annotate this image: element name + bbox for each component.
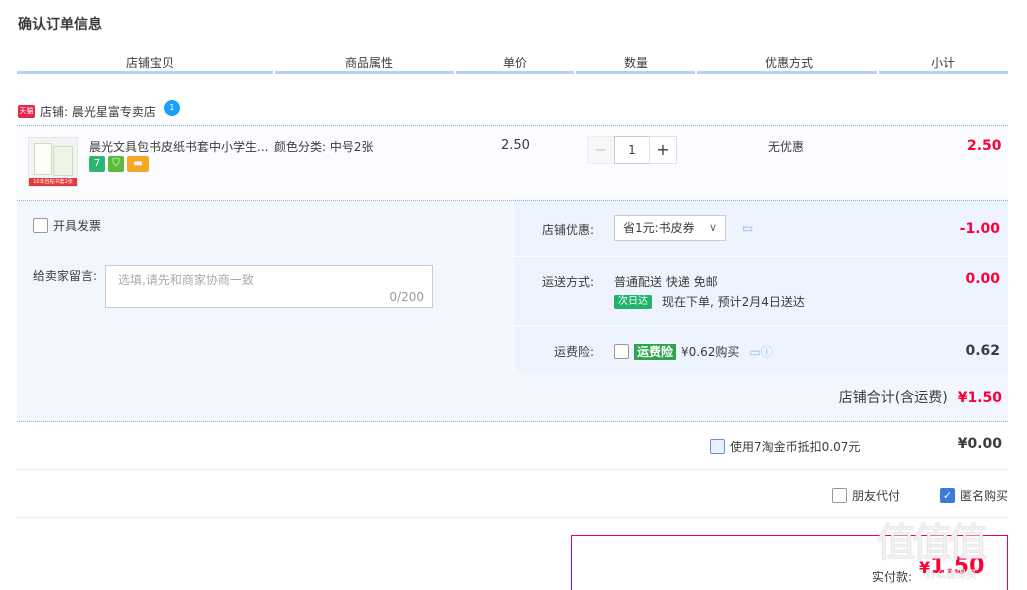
quantity-minus-button[interactable]: − <box>587 136 615 164</box>
quantity-plus-button[interactable]: + <box>649 136 677 164</box>
tmall-icon: 天猫 <box>18 104 35 118</box>
col-price: 单价 <box>502 56 527 70</box>
seller-message-textarea[interactable]: 选填,请先和商家协商一致 0/200 <box>105 265 433 308</box>
insurance-checkbox[interactable] <box>614 344 629 359</box>
product-thumbnail[interactable]: 10本自粘书套2张 <box>28 137 78 187</box>
coupon-select-value: 省1元:书皮券 <box>623 221 695 235</box>
book-cover-shape <box>34 143 52 175</box>
coupon-select[interactable]: 省1元:书皮券 ∨ <box>614 215 726 241</box>
coin-deduction-row: 使用7淘金币抵扣0.07元 ¥0.00 <box>17 423 1008 470</box>
invoice-label: 开具发票 <box>53 219 102 233</box>
col-quantity: 数量 <box>623 56 648 70</box>
payment-options-row: 朋友代付 ✓ 匿名购买 <box>17 470 1008 518</box>
insurance-amount: 0.62 <box>965 343 1000 359</box>
shop-discount-amount: -1.00 <box>959 221 1000 237</box>
anonymous-option[interactable]: ✓ 匿名购买 <box>940 487 1008 504</box>
coin-deduction-option[interactable]: 使用7淘金币抵扣0.07元 <box>710 438 860 455</box>
service-badges: 7 ⛉ ▬ <box>89 156 149 172</box>
insurance-price: ¥0.62购买 <box>681 345 740 359</box>
book-cover-shape <box>53 146 73 176</box>
invoice-checkbox[interactable] <box>33 218 48 233</box>
shipping-method: 普通配送 快递 免邮 <box>614 275 718 289</box>
col-sep <box>574 71 576 74</box>
row-divider <box>514 325 1009 326</box>
chat-icon[interactable]: 1 <box>163 100 180 116</box>
extras-left: 开具发票 给卖家留言: 选填,请先和商家协商一致 0/200 <box>17 201 511 371</box>
message-char-count: 0/200 <box>389 290 424 304</box>
order-item-row: 10本自粘书套2张 晨光文具包书皮纸书套中小学生... 7 ⛉ ▬ 颜色分类: … <box>17 125 1008 200</box>
column-header: 店铺宝贝 商品属性 单价 数量 优惠方式 小计 <box>17 54 1008 74</box>
col-shop-item: 店铺宝贝 <box>125 56 174 70</box>
col-sep <box>877 71 879 74</box>
col-discount: 优惠方式 <box>764 56 813 70</box>
comment-icon[interactable]: ▭ <box>742 221 753 235</box>
item-subtotal: 2.50 <box>967 138 1002 154</box>
credit-card-icon[interactable]: ▬ <box>127 156 149 172</box>
coin-label: 使用7淘金币抵扣0.07元 <box>730 440 861 454</box>
delivery-eta: 现在下单, 预计2月4日送达 <box>662 295 805 309</box>
shop-discount-label: 店铺优惠: <box>541 223 594 237</box>
invoice-option[interactable]: 开具发票 <box>33 217 101 234</box>
quantity-stepper: − 1 + <box>587 136 677 164</box>
watermark-text: 什么值得买 <box>926 570 976 581</box>
shop-total-label: 店铺合计(含运费) <box>838 390 948 406</box>
guarantee-icon[interactable]: ⛉ <box>108 156 124 172</box>
row-divider <box>514 256 1009 257</box>
message-placeholder: 选填,请先和商家协商一致 <box>118 273 254 287</box>
product-attribute: 颜色分类: 中号2张 <box>274 140 374 154</box>
shop-total: 店铺合计(含运费) ¥1.50 <box>839 387 1002 407</box>
extras-right: 店铺优惠: 省1元:书皮券 ∨ ▭ -1.00 运送方式: 普通配送 快递 免邮… <box>513 201 1009 371</box>
friend-pay-checkbox[interactable] <box>832 488 847 503</box>
message-label: 给卖家留言: <box>33 269 98 283</box>
insurance-badge: 运费险 <box>634 343 677 360</box>
shop-total-amount: ¥1.50 <box>957 390 1002 406</box>
shipping-label: 运送方式: <box>541 275 594 289</box>
friend-pay-option[interactable]: 朋友代付 <box>832 487 900 504</box>
unit-price: 2.50 <box>501 138 530 153</box>
seven-day-return-icon[interactable]: 7 <box>89 156 105 172</box>
payment-label: 实付款: <box>872 570 913 584</box>
coin-amount: ¥0.00 <box>957 436 1002 452</box>
shipping-amount: 0.00 <box>965 271 1000 287</box>
page-title: 确认订单信息 <box>18 17 102 33</box>
chevron-down-icon: ∨ <box>708 221 717 234</box>
insurance-option[interactable]: 运费险 ¥0.62购买 ▭ⓘ <box>614 343 773 360</box>
shop-line: 天猫 店铺: 晨光星富专卖店 1 <box>18 100 180 120</box>
product-title-link[interactable]: 晨光文具包书皮纸书套中小学生... <box>89 138 269 155</box>
col-sep <box>695 71 697 74</box>
quantity-input[interactable]: 1 <box>614 136 650 164</box>
item-discount: 无优惠 <box>768 140 805 154</box>
next-day-badge: 次日达 <box>614 294 652 309</box>
help-icon[interactable]: ▭ⓘ <box>749 343 772 360</box>
col-sep <box>273 71 275 74</box>
col-sep <box>454 71 456 74</box>
next-day-info: 次日达 现在下单, 预计2月4日送达 <box>614 293 805 310</box>
thumbnail-band: 10本自粘书套2张 <box>29 178 77 186</box>
anonymous-checkbox[interactable]: ✓ <box>940 488 955 503</box>
coin-checkbox[interactable] <box>710 439 725 454</box>
watermark-logo: 值值值 <box>876 520 988 566</box>
col-subtotal: 小计 <box>930 56 955 70</box>
order-extras-panel: 开具发票 给卖家留言: 选填,请先和商家协商一致 0/200 店铺优惠: 省1元… <box>17 200 1009 422</box>
friend-pay-label: 朋友代付 <box>852 489 901 503</box>
insurance-label: 运费险: <box>553 345 594 359</box>
anonymous-label: 匿名购买 <box>960 489 1009 503</box>
col-attribute: 商品属性 <box>344 56 393 70</box>
shop-name[interactable]: 店铺: 晨光星富专卖店 <box>40 103 156 120</box>
